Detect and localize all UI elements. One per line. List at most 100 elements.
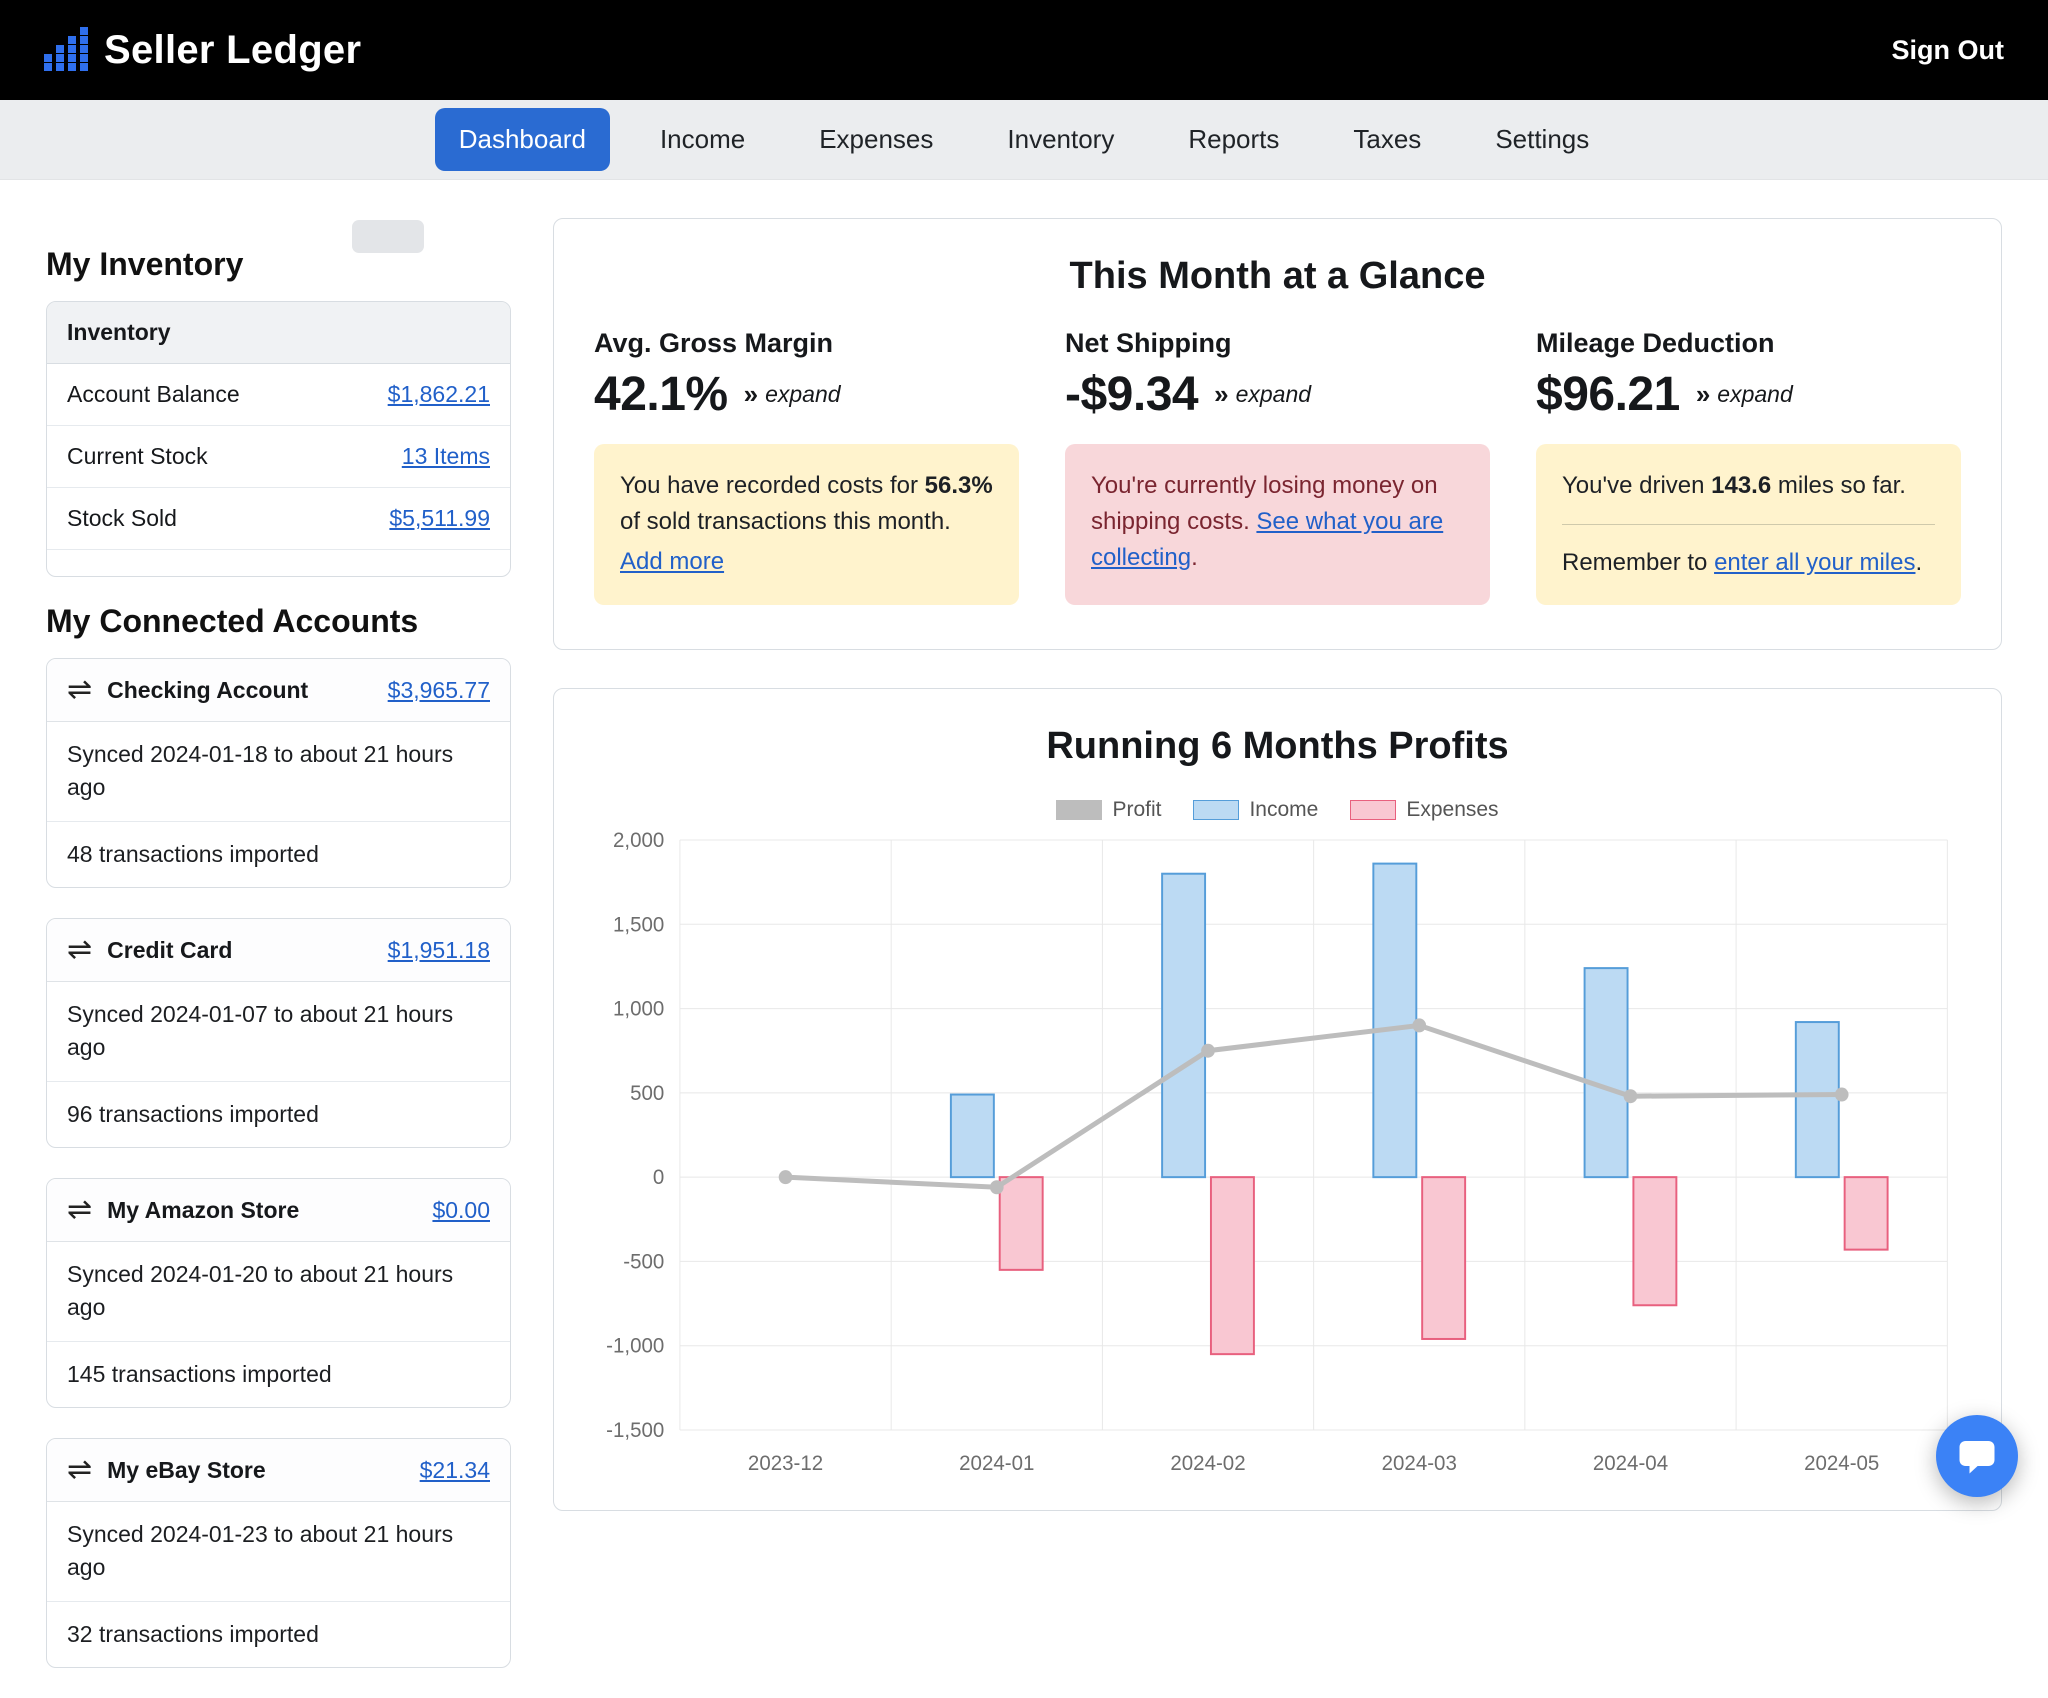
account-card-header: ⇌ Checking Account $3,965.77 xyxy=(47,659,510,722)
current-stock-link[interactable]: 13 Items xyxy=(402,443,490,470)
legend-label: Expenses xyxy=(1406,798,1498,822)
metric-mileage: Mileage Deduction $96.21 » expand You've… xyxy=(1536,328,1961,605)
account-synced-text: Synced 2024-01-23 to about 21 hours ago xyxy=(47,1502,510,1602)
right-column: This Month at a Glance Avg. Gross Margin… xyxy=(553,218,2002,1698)
brand-logo-icon xyxy=(44,27,88,73)
account-card-ebay: ⇌ My eBay Store $21.34 Synced 2024-01-23… xyxy=(46,1438,511,1668)
account-transactions-text: 32 transactions imported xyxy=(47,1602,510,1667)
sync-icon: ⇌ xyxy=(67,675,92,705)
table-row: Current Stock 13 Items xyxy=(47,426,510,488)
legend-item[interactable]: Profit xyxy=(1056,798,1161,822)
chart-title: Running 6 Months Profits xyxy=(594,725,1961,768)
metric-gross-margin: Avg. Gross Margin 42.1% » expand You hav… xyxy=(594,328,1019,605)
main-nav: Dashboard Income Expenses Inventory Repo… xyxy=(0,100,2048,180)
mileage-note: You've driven 143.6 miles so far. Rememb… xyxy=(1536,444,1961,605)
tab-income[interactable]: Income xyxy=(636,108,769,171)
expand-label: expand xyxy=(1717,381,1792,408)
account-balance-link[interactable]: $21.34 xyxy=(420,1457,490,1484)
metric-net-shipping: Net Shipping -$9.34 » expand You're curr… xyxy=(1065,328,1490,605)
add-more-link[interactable]: Add more xyxy=(620,548,724,575)
net-shipping-note: You're currently losing money on shippin… xyxy=(1065,444,1490,605)
account-synced-text: Synced 2024-01-07 to about 21 hours ago xyxy=(47,982,510,1082)
note-bold: 143.6 xyxy=(1711,472,1771,499)
note-text: miles so far. xyxy=(1771,472,1906,499)
account-card-header: ⇌ My Amazon Store $0.00 xyxy=(47,1179,510,1242)
svg-text:2024-05: 2024-05 xyxy=(1804,1452,1879,1475)
row-label: Current Stock xyxy=(67,443,208,470)
legend-swatch xyxy=(1350,800,1396,820)
expand-mileage-link[interactable]: » expand xyxy=(1696,379,1793,410)
inventory-card-footer xyxy=(47,550,510,576)
legend-label: Profit xyxy=(1112,798,1161,822)
tab-inventory[interactable]: Inventory xyxy=(983,108,1138,171)
brand: Seller Ledger xyxy=(44,27,361,73)
brand-name: Seller Ledger xyxy=(104,28,361,73)
metric-value-row: -$9.34 » expand xyxy=(1065,367,1490,422)
sync-icon: ⇌ xyxy=(67,1195,92,1225)
note-bold: 56.3% xyxy=(925,472,993,499)
tab-dashboard[interactable]: Dashboard xyxy=(435,108,610,171)
profits-chart: -1,500-1,000-50005001,0001,5002,0002023-… xyxy=(594,828,1961,1488)
tab-settings[interactable]: Settings xyxy=(1471,108,1613,171)
note-text: . xyxy=(1915,549,1922,576)
row-label: Account Balance xyxy=(67,381,240,408)
account-balance-link[interactable]: $3,965.77 xyxy=(388,677,490,704)
svg-text:-1,500: -1,500 xyxy=(606,1419,664,1442)
tab-taxes[interactable]: Taxes xyxy=(1329,108,1445,171)
account-card-header: ⇌ My eBay Store $21.34 xyxy=(47,1439,510,1502)
metric-value: $96.21 xyxy=(1536,367,1680,422)
legend-swatch xyxy=(1056,800,1102,820)
note-text: You've driven xyxy=(1562,472,1711,499)
sync-icon: ⇌ xyxy=(67,1455,92,1485)
note-text: of sold transactions this month. xyxy=(620,508,951,535)
chart-legend: Profit Income Expenses xyxy=(594,798,1961,822)
sync-icon: ⇌ xyxy=(67,935,92,965)
metric-value-row: 42.1% » expand xyxy=(594,367,1019,422)
tab-expenses[interactable]: Expenses xyxy=(795,108,957,171)
inventory-table-header: Inventory xyxy=(47,302,510,364)
chat-launcher-button[interactable] xyxy=(1936,1415,2018,1497)
legend-swatch xyxy=(1193,800,1239,820)
chat-bubble-icon xyxy=(1957,1436,1997,1476)
account-balance-link[interactable]: $1,862.21 xyxy=(388,381,490,408)
left-column: My Inventory Inventory Account Balance $… xyxy=(46,218,511,1698)
row-label: Stock Sold xyxy=(67,505,177,532)
svg-text:500: 500 xyxy=(630,1082,664,1105)
chevrons-icon: » xyxy=(1214,379,1228,410)
gross-margin-note: You have recorded costs for 56.3% of sol… xyxy=(594,444,1019,605)
note-line: Remember to enter all your miles. xyxy=(1562,545,1935,581)
svg-text:2024-04: 2024-04 xyxy=(1593,1452,1668,1475)
metric-label: Mileage Deduction xyxy=(1536,328,1961,359)
account-name: Checking Account xyxy=(107,677,308,704)
account-card-checking: ⇌ Checking Account $3,965.77 Synced 2024… xyxy=(46,658,511,888)
expand-label: expand xyxy=(1236,381,1311,408)
note-text: You have recorded costs for xyxy=(620,472,925,499)
enter-miles-link[interactable]: enter all your miles xyxy=(1714,549,1915,576)
main-content: My Inventory Inventory Account Balance $… xyxy=(0,180,2048,1698)
legend-item[interactable]: Income xyxy=(1193,798,1318,822)
inventory-card: Inventory Account Balance $1,862.21 Curr… xyxy=(46,301,511,577)
legend-item[interactable]: Expenses xyxy=(1350,798,1498,822)
account-synced-text: Synced 2024-01-18 to about 21 hours ago xyxy=(47,722,510,822)
note-divider xyxy=(1562,524,1935,525)
metric-label: Avg. Gross Margin xyxy=(594,328,1019,359)
account-name: Credit Card xyxy=(107,937,232,964)
metric-value-row: $96.21 » expand xyxy=(1536,367,1961,422)
loading-placeholder xyxy=(352,220,424,253)
app-header: Seller Ledger Sign Out xyxy=(0,0,2048,100)
account-transactions-text: 48 transactions imported xyxy=(47,822,510,887)
connected-accounts-heading: My Connected Accounts xyxy=(46,603,511,640)
account-balance-link[interactable]: $1,951.18 xyxy=(388,937,490,964)
glance-metrics: Avg. Gross Margin 42.1% » expand You hav… xyxy=(594,328,1961,605)
note-line: You've driven 143.6 miles so far. xyxy=(1562,468,1935,504)
metric-value: 42.1% xyxy=(594,367,728,422)
stock-sold-link[interactable]: $5,511.99 xyxy=(389,505,490,532)
account-balance-link[interactable]: $0.00 xyxy=(432,1197,490,1224)
account-synced-text: Synced 2024-01-20 to about 21 hours ago xyxy=(47,1242,510,1342)
tab-reports[interactable]: Reports xyxy=(1164,108,1303,171)
sign-out-link[interactable]: Sign Out xyxy=(1892,35,2004,66)
account-name: My Amazon Store xyxy=(107,1197,299,1224)
expand-gross-margin-link[interactable]: » expand xyxy=(744,379,841,410)
expand-net-shipping-link[interactable]: » expand xyxy=(1214,379,1311,410)
account-card-credit: ⇌ Credit Card $1,951.18 Synced 2024-01-0… xyxy=(46,918,511,1148)
